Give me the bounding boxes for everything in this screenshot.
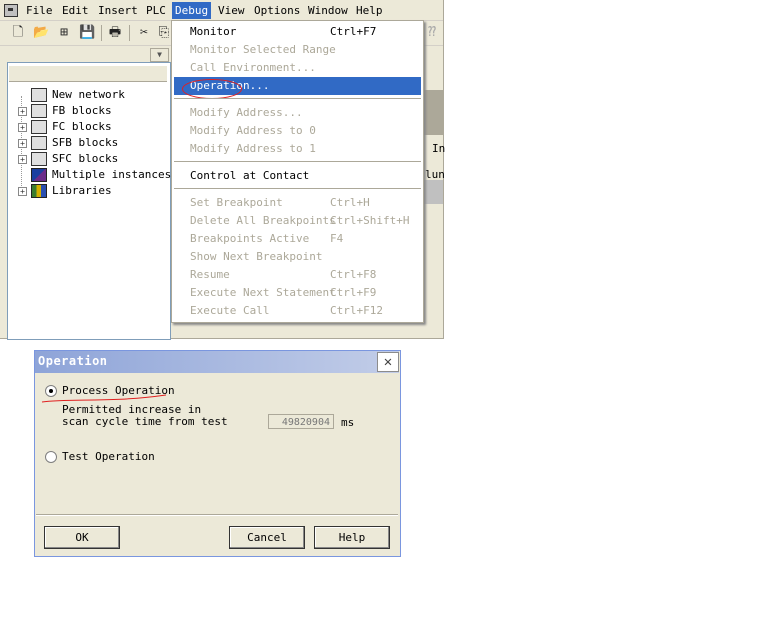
libraries-icon: [31, 184, 47, 198]
tree-item-libraries[interactable]: + Libraries: [18, 183, 112, 199]
menu-item-set-breakpoint[interactable]: Set Breakpoint Ctrl+H: [172, 194, 423, 212]
menu-item-resume[interactable]: Resume Ctrl+F8: [172, 266, 423, 284]
block-folder-icon: [31, 120, 47, 134]
tree-item-label: Libraries: [52, 184, 112, 197]
menu-edit[interactable]: Edit: [62, 3, 89, 18]
editor-area-block: [424, 90, 443, 135]
expand-icon[interactable]: +: [18, 122, 27, 132]
editor-area-block: [424, 180, 443, 204]
menu-item-breakpoints-active[interactable]: Breakpoints Active F4: [172, 230, 423, 248]
menu-separator: [174, 188, 421, 189]
menu-view[interactable]: View: [218, 3, 245, 18]
tree-item-sfb-blocks[interactable]: + SFB blocks: [18, 135, 118, 151]
close-button[interactable]: ✕: [377, 352, 399, 372]
tree-item-label: FC blocks: [52, 120, 112, 133]
toolbar-separator: [101, 25, 102, 41]
multiple-instances-icon: [31, 168, 47, 182]
menu-bar: File Edit Insert PLC Debug View Options …: [0, 0, 443, 21]
copy-icon[interactable]: ⎘: [156, 25, 172, 41]
menu-item-modify-address-to-0[interactable]: Modify Address to 0: [172, 122, 423, 140]
cut-icon[interactable]: ✂: [136, 25, 152, 41]
menu-item-modify-address-to-1[interactable]: Modify Address to 1: [172, 140, 423, 158]
tree-item-label: New network: [52, 88, 125, 101]
annotation-circle: [182, 79, 242, 99]
menu-file[interactable]: File: [26, 3, 53, 18]
help-pointer-icon[interactable]: ⁇: [424, 25, 440, 41]
scan-cycle-increase-field[interactable]: 49820904: [268, 414, 334, 429]
test-operation-radio[interactable]: [45, 451, 57, 463]
menu-item-execute-next-statement[interactable]: Execute Next Statement Ctrl+F9: [172, 284, 423, 302]
expand-icon[interactable]: +: [18, 106, 27, 116]
menu-item-control-at-contact[interactable]: Control at Contact: [172, 167, 423, 185]
tree-item-label: SFC blocks: [52, 152, 119, 165]
debug-menu: Monitor Ctrl+F7 Monitor Selected Range Ca…: [171, 20, 424, 323]
editor-fragment-text: lun: [425, 168, 445, 181]
tree-item-label: FB blocks: [52, 104, 112, 117]
menu-help[interactable]: Help: [356, 3, 383, 18]
dialog-separator: [36, 514, 398, 516]
menu-window[interactable]: Window: [308, 3, 348, 18]
network-icon: [31, 88, 47, 102]
open-folder-icon[interactable]: 📂: [33, 25, 49, 41]
system-menu-icon[interactable]: [4, 4, 18, 17]
menu-item-modify-address[interactable]: Modify Address...: [172, 104, 423, 122]
menu-separator: [174, 161, 421, 162]
expand-icon[interactable]: +: [18, 186, 27, 196]
menu-insert[interactable]: Insert: [98, 3, 138, 18]
menu-item-execute-call[interactable]: Execute Call Ctrl+F12: [172, 302, 423, 320]
tree-item-label: SFB blocks: [52, 136, 119, 149]
block-folder-icon: [31, 152, 47, 166]
panel-header: [9, 66, 167, 82]
block-folder-icon: [31, 104, 47, 118]
dialog-title-bar: Operation: [35, 351, 399, 373]
menu-plc[interactable]: PLC: [146, 3, 166, 18]
menu-debug[interactable]: Debug: [172, 2, 212, 19]
tree-item-label: Multiple instances: [52, 168, 172, 181]
test-operation-label[interactable]: Test Operation: [62, 450, 155, 463]
accessible-nodes-icon[interactable]: ⊞: [56, 25, 72, 41]
cancel-button[interactable]: Cancel: [229, 526, 305, 549]
menu-item-monitor-selected-range[interactable]: Monitor Selected Range: [172, 41, 423, 59]
scan-cycle-text: scan cycle time from test: [62, 415, 228, 428]
save-icon[interactable]: 💾: [79, 25, 95, 41]
menu-item-call-environment[interactable]: Call Environment...: [172, 59, 423, 77]
menu-item-show-next-breakpoint[interactable]: Show Next Breakpoint: [172, 248, 423, 266]
editor-fragment-text: In: [432, 142, 446, 155]
expand-icon[interactable]: +: [18, 138, 27, 148]
menu-item-monitor[interactable]: Monitor Ctrl+F7: [172, 23, 423, 41]
tree-item-multiple-instances[interactable]: Multiple instances: [18, 167, 171, 183]
unit-label: ms: [341, 416, 355, 429]
toolbar-separator: [129, 25, 130, 41]
block-folder-icon: [31, 136, 47, 150]
new-icon[interactable]: 🗋: [10, 25, 26, 41]
ok-button[interactable]: OK: [44, 526, 120, 549]
menu-options[interactable]: Options: [254, 3, 300, 18]
print-icon[interactable]: 🖶: [107, 25, 123, 41]
tree-item-sfc-blocks[interactable]: + SFC blocks: [18, 151, 118, 167]
menu-item-delete-all-breakpoints[interactable]: Delete All Breakpoints Ctrl+Shift+H: [172, 212, 423, 230]
tree-item-new-network[interactable]: New network: [18, 87, 125, 103]
panel-scroll-down-button[interactable]: ▼: [150, 48, 169, 62]
dialog-title: Operation: [38, 354, 108, 368]
expand-icon[interactable]: +: [18, 154, 27, 164]
help-button[interactable]: Help: [314, 526, 390, 549]
tree-item-fc-blocks[interactable]: + FC blocks: [18, 119, 112, 135]
menu-separator: [174, 98, 421, 99]
tree-item-fb-blocks[interactable]: + FB blocks: [18, 103, 112, 119]
